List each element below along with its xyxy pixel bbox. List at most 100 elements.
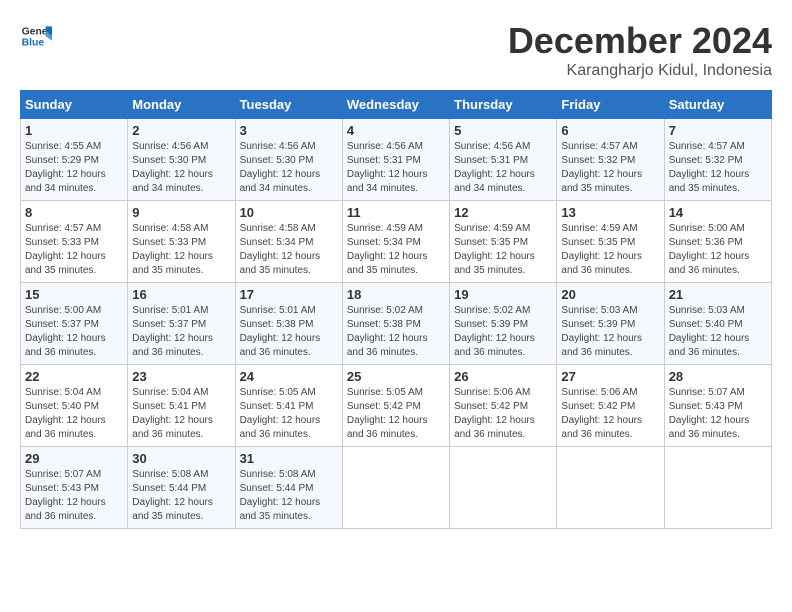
table-row: 28 Sunrise: 5:07 AM Sunset: 5:43 PM Dayli… <box>664 365 771 447</box>
col-thursday: Thursday <box>450 91 557 119</box>
table-row <box>450 447 557 529</box>
calendar-week-row: 29 Sunrise: 5:07 AM Sunset: 5:43 PM Dayli… <box>21 447 772 529</box>
day-number: 28 <box>669 369 767 384</box>
calendar-subtitle: Karangharjo Kidul, Indonesia <box>508 62 772 80</box>
table-row: 3 Sunrise: 4:56 AM Sunset: 5:30 PM Daylig… <box>235 119 342 201</box>
day-info: Sunrise: 4:56 AM Sunset: 5:30 PM Dayligh… <box>240 140 338 196</box>
table-row <box>557 447 664 529</box>
table-row: 8 Sunrise: 4:57 AM Sunset: 5:33 PM Daylig… <box>21 201 128 283</box>
page-header: General Blue December 2024 Karangharjo K… <box>20 20 772 80</box>
day-info: Sunrise: 5:02 AM Sunset: 5:38 PM Dayligh… <box>347 304 445 360</box>
day-info: Sunrise: 5:07 AM Sunset: 5:43 PM Dayligh… <box>669 386 767 442</box>
table-row: 19 Sunrise: 5:02 AM Sunset: 5:39 PM Dayli… <box>450 283 557 365</box>
day-info: Sunrise: 4:56 AM Sunset: 5:30 PM Dayligh… <box>132 140 230 196</box>
day-info: Sunrise: 4:57 AM Sunset: 5:32 PM Dayligh… <box>561 140 659 196</box>
col-sunday: Sunday <box>21 91 128 119</box>
day-number: 12 <box>454 205 552 220</box>
day-number: 31 <box>240 451 338 466</box>
col-tuesday: Tuesday <box>235 91 342 119</box>
day-info: Sunrise: 5:06 AM Sunset: 5:42 PM Dayligh… <box>454 386 552 442</box>
day-number: 11 <box>347 205 445 220</box>
day-info: Sunrise: 5:06 AM Sunset: 5:42 PM Dayligh… <box>561 386 659 442</box>
calendar-week-row: 1Sunrise: 4:55 AM Sunset: 5:29 PM Daylig… <box>21 119 772 201</box>
day-info: Sunrise: 5:02 AM Sunset: 5:39 PM Dayligh… <box>454 304 552 360</box>
day-info: Sunrise: 4:57 AM Sunset: 5:33 PM Dayligh… <box>25 222 123 278</box>
table-row: 2 Sunrise: 4:56 AM Sunset: 5:30 PM Daylig… <box>128 119 235 201</box>
table-row: 7 Sunrise: 4:57 AM Sunset: 5:32 PM Daylig… <box>664 119 771 201</box>
day-number: 22 <box>25 369 123 384</box>
day-info: Sunrise: 5:04 AM Sunset: 5:40 PM Dayligh… <box>25 386 123 442</box>
day-info: Sunrise: 5:03 AM Sunset: 5:40 PM Dayligh… <box>669 304 767 360</box>
general-blue-logo-icon: General Blue <box>20 20 52 52</box>
day-number: 19 <box>454 287 552 302</box>
table-row: 5 Sunrise: 4:56 AM Sunset: 5:31 PM Daylig… <box>450 119 557 201</box>
table-row: 16 Sunrise: 5:01 AM Sunset: 5:37 PM Dayli… <box>128 283 235 365</box>
day-number: 26 <box>454 369 552 384</box>
table-row: 27 Sunrise: 5:06 AM Sunset: 5:42 PM Dayli… <box>557 365 664 447</box>
day-number: 15 <box>25 287 123 302</box>
day-number: 18 <box>347 287 445 302</box>
day-info: Sunrise: 4:59 AM Sunset: 5:35 PM Dayligh… <box>561 222 659 278</box>
logo: General Blue <box>20 20 52 52</box>
day-number: 20 <box>561 287 659 302</box>
day-number: 8 <box>25 205 123 220</box>
table-row: 21 Sunrise: 5:03 AM Sunset: 5:40 PM Dayli… <box>664 283 771 365</box>
day-info: Sunrise: 5:07 AM Sunset: 5:43 PM Dayligh… <box>25 468 123 524</box>
day-number: 9 <box>132 205 230 220</box>
table-row: 1Sunrise: 4:55 AM Sunset: 5:29 PM Daylig… <box>21 119 128 201</box>
col-monday: Monday <box>128 91 235 119</box>
day-info: Sunrise: 4:56 AM Sunset: 5:31 PM Dayligh… <box>347 140 445 196</box>
calendar-table: Sunday Monday Tuesday Wednesday Thursday… <box>20 90 772 529</box>
table-row: 31Sunrise: 5:08 AM Sunset: 5:44 PM Dayli… <box>235 447 342 529</box>
day-number: 17 <box>240 287 338 302</box>
day-info: Sunrise: 4:57 AM Sunset: 5:32 PM Dayligh… <box>669 140 767 196</box>
day-number: 30 <box>132 451 230 466</box>
day-number: 16 <box>132 287 230 302</box>
day-number: 25 <box>347 369 445 384</box>
header-row: Sunday Monday Tuesday Wednesday Thursday… <box>21 91 772 119</box>
day-number: 7 <box>669 123 767 138</box>
day-number: 4 <box>347 123 445 138</box>
day-info: Sunrise: 4:56 AM Sunset: 5:31 PM Dayligh… <box>454 140 552 196</box>
day-info: Sunrise: 5:04 AM Sunset: 5:41 PM Dayligh… <box>132 386 230 442</box>
day-info: Sunrise: 5:01 AM Sunset: 5:38 PM Dayligh… <box>240 304 338 360</box>
table-row: 24 Sunrise: 5:05 AM Sunset: 5:41 PM Dayli… <box>235 365 342 447</box>
calendar-week-row: 15Sunrise: 5:00 AM Sunset: 5:37 PM Dayli… <box>21 283 772 365</box>
day-number: 29 <box>25 451 123 466</box>
table-row: 14Sunrise: 5:00 AM Sunset: 5:36 PM Dayli… <box>664 201 771 283</box>
day-info: Sunrise: 5:05 AM Sunset: 5:42 PM Dayligh… <box>347 386 445 442</box>
day-info: Sunrise: 5:01 AM Sunset: 5:37 PM Dayligh… <box>132 304 230 360</box>
table-row: 6Sunrise: 4:57 AM Sunset: 5:32 PM Daylig… <box>557 119 664 201</box>
table-row: 22 Sunrise: 5:04 AM Sunset: 5:40 PM Dayli… <box>21 365 128 447</box>
day-number: 23 <box>132 369 230 384</box>
table-row: 10 Sunrise: 4:58 AM Sunset: 5:34 PM Dayli… <box>235 201 342 283</box>
day-number: 27 <box>561 369 659 384</box>
title-block: December 2024 Karangharjo Kidul, Indones… <box>508 20 772 80</box>
table-row: 29 Sunrise: 5:07 AM Sunset: 5:43 PM Dayli… <box>21 447 128 529</box>
calendar-title: December 2024 <box>508 20 772 62</box>
day-number: 3 <box>240 123 338 138</box>
table-row: 25 Sunrise: 5:05 AM Sunset: 5:42 PM Dayli… <box>342 365 449 447</box>
day-info: Sunrise: 5:03 AM Sunset: 5:39 PM Dayligh… <box>561 304 659 360</box>
day-number: 24 <box>240 369 338 384</box>
table-row: 20 Sunrise: 5:03 AM Sunset: 5:39 PM Dayli… <box>557 283 664 365</box>
day-info: Sunrise: 5:05 AM Sunset: 5:41 PM Dayligh… <box>240 386 338 442</box>
day-number: 2 <box>132 123 230 138</box>
day-info: Sunrise: 4:55 AM Sunset: 5:29 PM Dayligh… <box>25 140 123 196</box>
table-row: 15Sunrise: 5:00 AM Sunset: 5:37 PM Dayli… <box>21 283 128 365</box>
day-number: 10 <box>240 205 338 220</box>
table-row: 4 Sunrise: 4:56 AM Sunset: 5:31 PM Daylig… <box>342 119 449 201</box>
day-number: 21 <box>669 287 767 302</box>
day-number: 5 <box>454 123 552 138</box>
table-row: 9Sunrise: 4:58 AM Sunset: 5:33 PM Daylig… <box>128 201 235 283</box>
day-info: Sunrise: 5:08 AM Sunset: 5:44 PM Dayligh… <box>132 468 230 524</box>
table-row: 13 Sunrise: 4:59 AM Sunset: 5:35 PM Dayli… <box>557 201 664 283</box>
table-row: 23 Sunrise: 5:04 AM Sunset: 5:41 PM Dayli… <box>128 365 235 447</box>
calendar-week-row: 8 Sunrise: 4:57 AM Sunset: 5:33 PM Daylig… <box>21 201 772 283</box>
table-row: 26 Sunrise: 5:06 AM Sunset: 5:42 PM Dayli… <box>450 365 557 447</box>
day-info: Sunrise: 4:58 AM Sunset: 5:34 PM Dayligh… <box>240 222 338 278</box>
day-number: 13 <box>561 205 659 220</box>
table-row <box>664 447 771 529</box>
day-info: Sunrise: 4:59 AM Sunset: 5:35 PM Dayligh… <box>454 222 552 278</box>
svg-text:Blue: Blue <box>22 38 45 49</box>
